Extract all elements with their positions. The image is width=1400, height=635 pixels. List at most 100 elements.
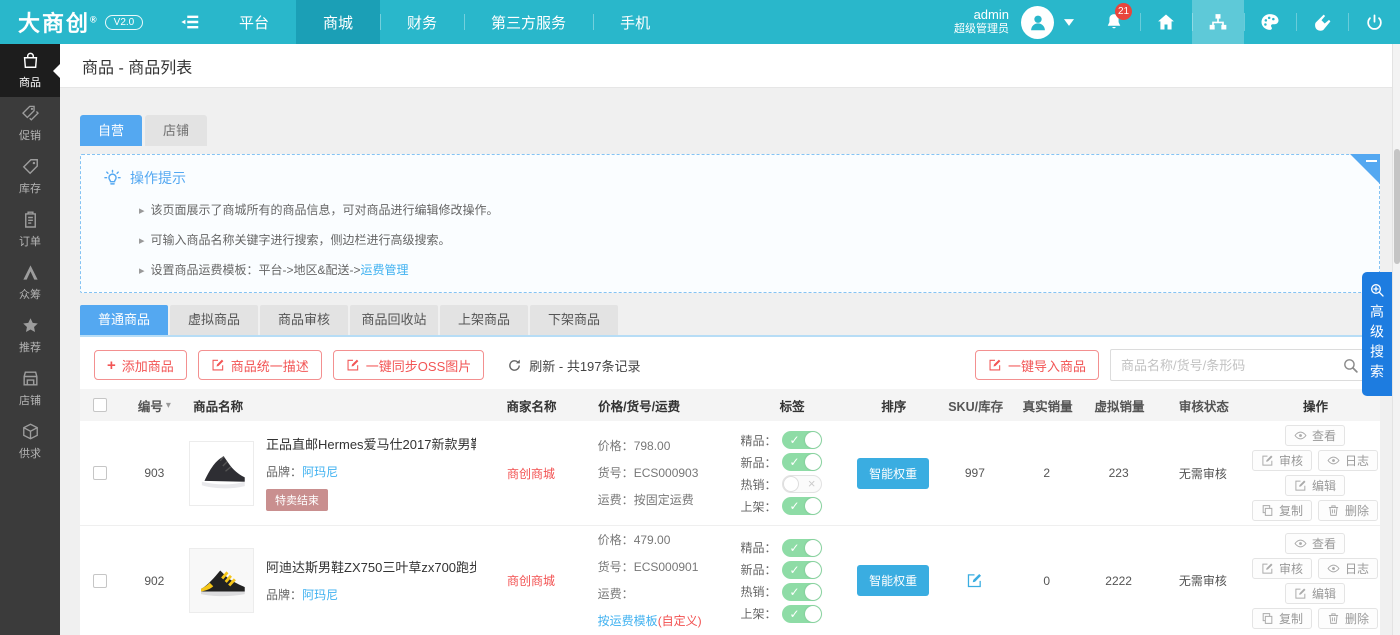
- nav-item-thirdparty[interactable]: 第三方服务: [464, 0, 593, 44]
- nav-item-finance[interactable]: 财务: [380, 0, 464, 44]
- edit-button[interactable]: 编辑: [1285, 583, 1345, 604]
- tab-normal-goods[interactable]: 普通商品: [80, 305, 168, 335]
- tips-collapse-button[interactable]: [1350, 154, 1380, 184]
- header-id[interactable]: 编号▾: [120, 396, 189, 415]
- unified-description-button[interactable]: 商品统一描述: [198, 350, 322, 380]
- brand-logo[interactable]: 大商创® V2.0: [0, 0, 168, 44]
- sidebar-item-recommend[interactable]: 推荐: [0, 309, 60, 362]
- shipping-management-link[interactable]: 运费管理: [361, 263, 409, 277]
- tab-store[interactable]: 店铺: [145, 115, 207, 146]
- sku-edit-icon[interactable]: [966, 572, 983, 589]
- toggle-on-sale[interactable]: ✓: [782, 497, 822, 515]
- advanced-search-label: 高级搜索: [1362, 304, 1392, 384]
- tag-toggles: 精品：✓ 新品：✓ 热销：× 上架：✓: [734, 421, 848, 525]
- chevron-down-icon: [1064, 19, 1074, 26]
- sidebar-item-label: 众筹: [19, 286, 41, 302]
- sidebar-item-stock[interactable]: 库存: [0, 150, 60, 203]
- sidebar-item-orders[interactable]: 订单: [0, 203, 60, 256]
- toggle-boutique[interactable]: ✓: [782, 539, 822, 557]
- import-goods-button[interactable]: 一键导入商品: [975, 350, 1099, 380]
- sidebar-item-store[interactable]: 店铺: [0, 362, 60, 415]
- toggle-on-sale[interactable]: ✓: [782, 605, 822, 623]
- nav-item-platform[interactable]: 平台: [212, 0, 296, 44]
- delete-button[interactable]: 删除: [1318, 500, 1378, 521]
- row-checkbox[interactable]: [93, 574, 107, 588]
- log-button[interactable]: 日志: [1318, 450, 1378, 471]
- brand-link[interactable]: 阿玛尼: [302, 465, 338, 479]
- clear-cache-button[interactable]: [1296, 0, 1348, 44]
- toggle-new[interactable]: ✓: [782, 453, 822, 471]
- avatar[interactable]: [1021, 6, 1054, 39]
- logout-button[interactable]: [1348, 0, 1400, 44]
- brand-link[interactable]: 阿玛尼: [302, 588, 338, 602]
- select-all-checkbox[interactable]: [93, 398, 107, 412]
- sale-ended-badge: 特卖结束: [266, 489, 328, 511]
- broom-icon: [1313, 13, 1332, 32]
- view-button[interactable]: 查看: [1285, 425, 1345, 446]
- sn-value: ECS000901: [634, 560, 699, 574]
- user-menu-caret[interactable]: [1054, 0, 1088, 44]
- smart-weight-button[interactable]: 智能权重: [857, 565, 929, 596]
- refresh-button[interactable]: 刷新 - 共197条记录: [507, 356, 640, 375]
- sidebar-item-supply[interactable]: 供求: [0, 415, 60, 468]
- product-title[interactable]: 阿迪达斯男鞋ZX750三叶草zx700跑步鞋...: [266, 559, 476, 577]
- user-name: admin: [974, 7, 1009, 23]
- header-price: 价格/货号/运费: [576, 396, 735, 415]
- merchant-link[interactable]: 商创商城: [507, 465, 555, 482]
- sidebar-item-crowdfunding[interactable]: 众筹: [0, 256, 60, 309]
- log-button[interactable]: 日志: [1318, 558, 1378, 579]
- sidebar-item-goods[interactable]: 商品: [0, 44, 60, 97]
- copy-button[interactable]: 复制: [1252, 608, 1312, 629]
- advanced-search-button[interactable]: 高级搜索: [1362, 272, 1392, 396]
- sku-stock: 997: [938, 421, 1012, 525]
- delete-button[interactable]: 删除: [1318, 608, 1378, 629]
- header-merchant: 商家名称: [487, 396, 576, 415]
- view-button[interactable]: 查看: [1285, 533, 1345, 554]
- search-input[interactable]: [1111, 358, 1333, 373]
- audit-button[interactable]: 审核: [1252, 450, 1312, 471]
- nav-item-mobile[interactable]: 手机: [593, 0, 677, 44]
- scrollbar-thumb[interactable]: [1394, 149, 1400, 264]
- sidebar-item-promotion[interactable]: 促销: [0, 97, 60, 150]
- toggle-new[interactable]: ✓: [782, 561, 822, 579]
- product-brand: 品牌：阿玛尼: [266, 586, 476, 603]
- tab-virtual-goods[interactable]: 虚拟商品: [170, 305, 258, 335]
- price-value: 798.00: [634, 439, 671, 453]
- toggle-hot[interactable]: ×: [782, 475, 822, 493]
- add-goods-button[interactable]: + 添加商品: [94, 350, 187, 380]
- product-title[interactable]: 正品直邮Hermes爱马仕2017新款男鞋 时...: [266, 436, 476, 454]
- shipping-template-link[interactable]: 按运费模板: [598, 614, 658, 628]
- tab-off-sale-goods[interactable]: 下架商品: [530, 305, 618, 335]
- tab-goods-audit[interactable]: 商品审核: [260, 305, 348, 335]
- product-image[interactable]: [189, 548, 254, 613]
- goods-panel: + 添加商品 商品统一描述 一键同步OSS图片 刷新 - 共197条记录: [80, 337, 1380, 635]
- theme-button[interactable]: [1244, 0, 1296, 44]
- toggle-boutique[interactable]: ✓: [782, 431, 822, 449]
- toggle-hot[interactable]: ✓: [782, 583, 822, 601]
- smart-weight-button[interactable]: 智能权重: [857, 458, 929, 489]
- edit-button[interactable]: 编辑: [1285, 475, 1345, 496]
- audit-button[interactable]: 审核: [1252, 558, 1312, 579]
- eye-icon: [1294, 537, 1307, 550]
- copy-button[interactable]: 复制: [1252, 500, 1312, 521]
- notifications-button[interactable]: 21: [1088, 0, 1140, 44]
- tab-self-operated[interactable]: 自营: [80, 115, 142, 146]
- edit-icon: [346, 358, 360, 372]
- plus-icon: +: [107, 357, 116, 374]
- scrollbar-track[interactable]: [1392, 44, 1400, 635]
- sync-oss-images-button[interactable]: 一键同步OSS图片: [333, 350, 484, 380]
- row-checkbox[interactable]: [93, 466, 107, 480]
- power-icon: [1365, 13, 1384, 32]
- sidebar-collapse-icon[interactable]: [168, 0, 212, 44]
- tab-on-sale-goods[interactable]: 上架商品: [440, 305, 528, 335]
- shipping-custom-label: (自定义): [658, 614, 702, 628]
- product-image[interactable]: [189, 441, 254, 506]
- sitemap-button[interactable]: [1192, 0, 1244, 44]
- header-real-sales: 真实销量: [1013, 396, 1082, 415]
- product-brand: 品牌：阿玛尼: [266, 463, 476, 480]
- home-button[interactable]: [1140, 0, 1192, 44]
- merchant-link[interactable]: 商创商城: [507, 572, 555, 589]
- lightbulb-icon: [103, 169, 122, 188]
- nav-item-mall[interactable]: 商城: [296, 0, 380, 44]
- tab-recycle-bin[interactable]: 商品回收站: [350, 305, 438, 335]
